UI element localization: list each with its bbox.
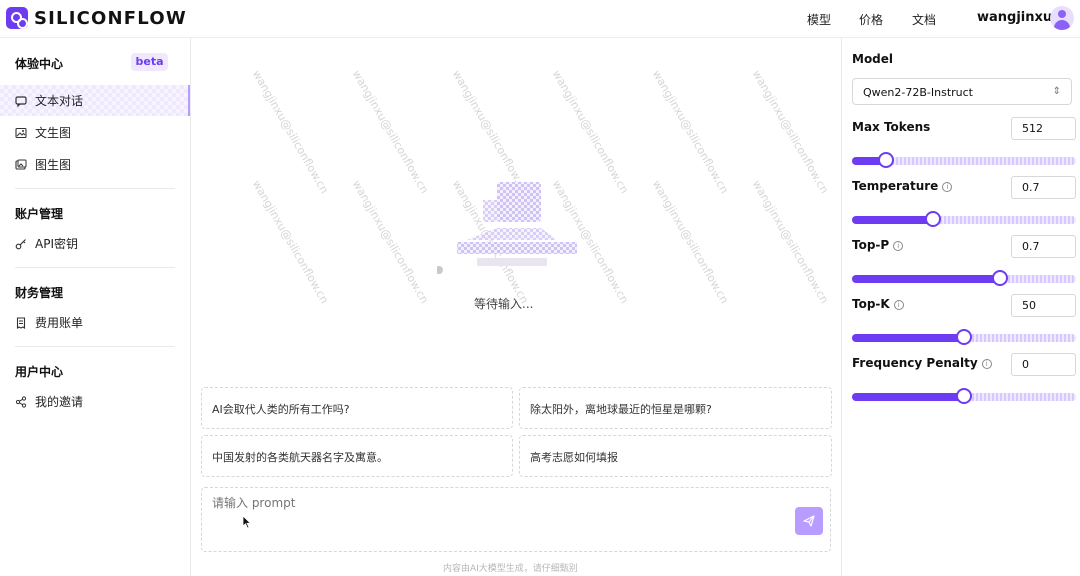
sidebar-item-billing[interactable]: 费用账单 xyxy=(0,307,190,338)
section-title-user: 用户中心 xyxy=(15,365,64,379)
param-label-text: Top-K xyxy=(852,297,890,311)
chevron-updown-icon: ⇕ xyxy=(1052,86,1061,97)
param-label-text: Max Tokens xyxy=(852,120,931,134)
info-icon[interactable]: i xyxy=(981,359,992,369)
param-label: Temperature i xyxy=(852,179,953,193)
brand-logo[interactable]: SILICONFLOW xyxy=(6,7,187,29)
watermark-text: wangjinxu@siliconflow.cn xyxy=(249,178,332,306)
watermark-text: wangjinxu@siliconflow.cn xyxy=(449,68,532,196)
param-label: Top-P i xyxy=(852,238,904,252)
sidebar-item-label: 文生图 xyxy=(35,126,72,140)
empty-state-illustration xyxy=(437,182,577,274)
slider-fill xyxy=(852,393,964,401)
receipt-icon xyxy=(15,316,27,329)
param-slider[interactable] xyxy=(852,329,1076,345)
param-label-text: Temperature xyxy=(852,179,939,193)
username[interactable]: wangjinxu xyxy=(977,10,1052,25)
param-value-input[interactable]: 512 xyxy=(1011,117,1076,140)
info-icon[interactable]: i xyxy=(893,300,904,310)
param-value-input[interactable]: 0 xyxy=(1011,353,1076,376)
slider-thumb[interactable] xyxy=(878,152,894,168)
mouse-cursor-icon xyxy=(242,515,252,529)
watermark-text: wangjinxu@siliconflow.cn xyxy=(549,68,632,196)
slider-thumb[interactable] xyxy=(956,329,972,345)
sidebar-item-text-to-image[interactable]: 文生图 xyxy=(0,117,190,148)
info-icon[interactable]: i xyxy=(942,182,953,192)
send-icon xyxy=(803,515,815,527)
send-button[interactable] xyxy=(795,507,823,535)
sidebar-item-api-keys[interactable]: API密钥 xyxy=(0,228,190,259)
param-value-input[interactable]: 0.7 xyxy=(1011,235,1076,258)
slider-fill xyxy=(852,334,964,342)
sidebar-item-invitations[interactable]: 我的邀请 xyxy=(0,386,190,417)
param-value-input[interactable]: 50 xyxy=(1011,294,1076,317)
slider-thumb[interactable] xyxy=(956,388,972,404)
sidebar-item-image-to-image[interactable]: 图生图 xyxy=(0,149,190,180)
sidebar-item-label: 我的邀请 xyxy=(35,395,84,409)
slider-fill xyxy=(852,275,1000,283)
key-icon xyxy=(15,238,27,250)
watermark-text: wangjinxu@siliconflow.cn xyxy=(349,68,432,196)
images-icon xyxy=(15,159,27,171)
brand-name: SILICONFLOW xyxy=(34,7,187,29)
info-icon[interactable]: i xyxy=(893,241,904,251)
param-label-text: Frequency Penalty xyxy=(852,356,978,370)
sidebar-item-label: API密钥 xyxy=(35,237,78,251)
watermark-text: wangjinxu@siliconflow.cn xyxy=(749,178,832,306)
disclaimer-text: 内容由AI大模型生成，请仔细甄别 xyxy=(443,564,578,574)
divider xyxy=(15,267,175,268)
watermark-text: wangjinxu@siliconflow.cn xyxy=(649,178,732,306)
logo-icon xyxy=(6,7,28,29)
section-title-experience: 体验中心 xyxy=(15,57,64,71)
sidebar: 体验中心 beta 文本对话 文生图 图生图 账户管理 API密钥 财务管理 费… xyxy=(0,38,191,576)
watermark-text: wangjinxu@siliconflow.cn xyxy=(249,68,332,196)
slider-thumb[interactable] xyxy=(925,211,941,227)
empty-state-text: 等待输入... xyxy=(474,297,534,311)
param-slider[interactable] xyxy=(852,270,1076,286)
sidebar-item-label: 文本对话 xyxy=(35,94,84,108)
suggestion-card[interactable]: 高考志愿如何填报 xyxy=(519,435,832,477)
slider-thumb[interactable] xyxy=(992,270,1008,286)
model-select-value: Qwen2-72B-Instruct xyxy=(863,86,973,99)
param-label: Max Tokens xyxy=(852,120,930,134)
prompt-input[interactable] xyxy=(212,496,772,510)
param-label: Frequency Penalty i xyxy=(852,356,992,370)
watermark-text: wangjinxu@siliconflow.cn xyxy=(749,68,832,196)
suggestion-card[interactable]: AI会取代人类的所有工作吗? xyxy=(201,387,513,429)
param-slider[interactable] xyxy=(852,388,1076,404)
nav-models[interactable]: 模型 xyxy=(807,11,831,28)
top-bar: SILICONFLOW 模型 价格 文档 wangjinxu xyxy=(0,0,1080,38)
model-label: Model xyxy=(852,52,894,66)
suggestion-card[interactable]: 除太阳外，离地球最近的恒星是哪颗? xyxy=(519,387,832,429)
param-slider[interactable] xyxy=(852,211,1076,227)
param-label: Top-K i xyxy=(852,297,904,311)
slider-fill xyxy=(852,216,933,224)
nav-pricing[interactable]: 价格 xyxy=(859,11,883,28)
param-label-text: Top-P xyxy=(852,238,890,252)
sidebar-item-label: 费用账单 xyxy=(35,316,84,330)
nav-docs[interactable]: 文档 xyxy=(912,11,936,28)
param-value-input[interactable]: 0.7 xyxy=(1011,176,1076,199)
chat-area: wangjinxu@siliconflow.cn wangjinxu@silico… xyxy=(191,38,841,576)
watermark-text: wangjinxu@siliconflow.cn xyxy=(349,178,432,306)
prompt-box xyxy=(201,487,831,552)
chat-icon xyxy=(15,95,27,107)
param-slider[interactable] xyxy=(852,152,1076,168)
sidebar-item-label: 图生图 xyxy=(35,158,72,172)
divider xyxy=(15,346,175,347)
sidebar-item-text-chat[interactable]: 文本对话 xyxy=(0,85,190,116)
beta-badge: beta xyxy=(131,53,168,71)
settings-panel: Model Qwen2-72B-Instruct ⇕ Max Tokens 512… xyxy=(841,38,1080,576)
image-icon xyxy=(15,127,27,139)
share-icon xyxy=(15,395,27,408)
avatar[interactable] xyxy=(1050,6,1074,30)
suggestion-card[interactable]: 中国发射的各类航天器名字及寓意。 xyxy=(201,435,513,477)
section-title-account: 账户管理 xyxy=(15,207,64,221)
watermark-text: wangjinxu@siliconflow.cn xyxy=(649,68,732,196)
divider xyxy=(15,188,175,189)
section-title-finance: 财务管理 xyxy=(15,286,64,300)
model-select[interactable]: Qwen2-72B-Instruct ⇕ xyxy=(852,78,1072,105)
